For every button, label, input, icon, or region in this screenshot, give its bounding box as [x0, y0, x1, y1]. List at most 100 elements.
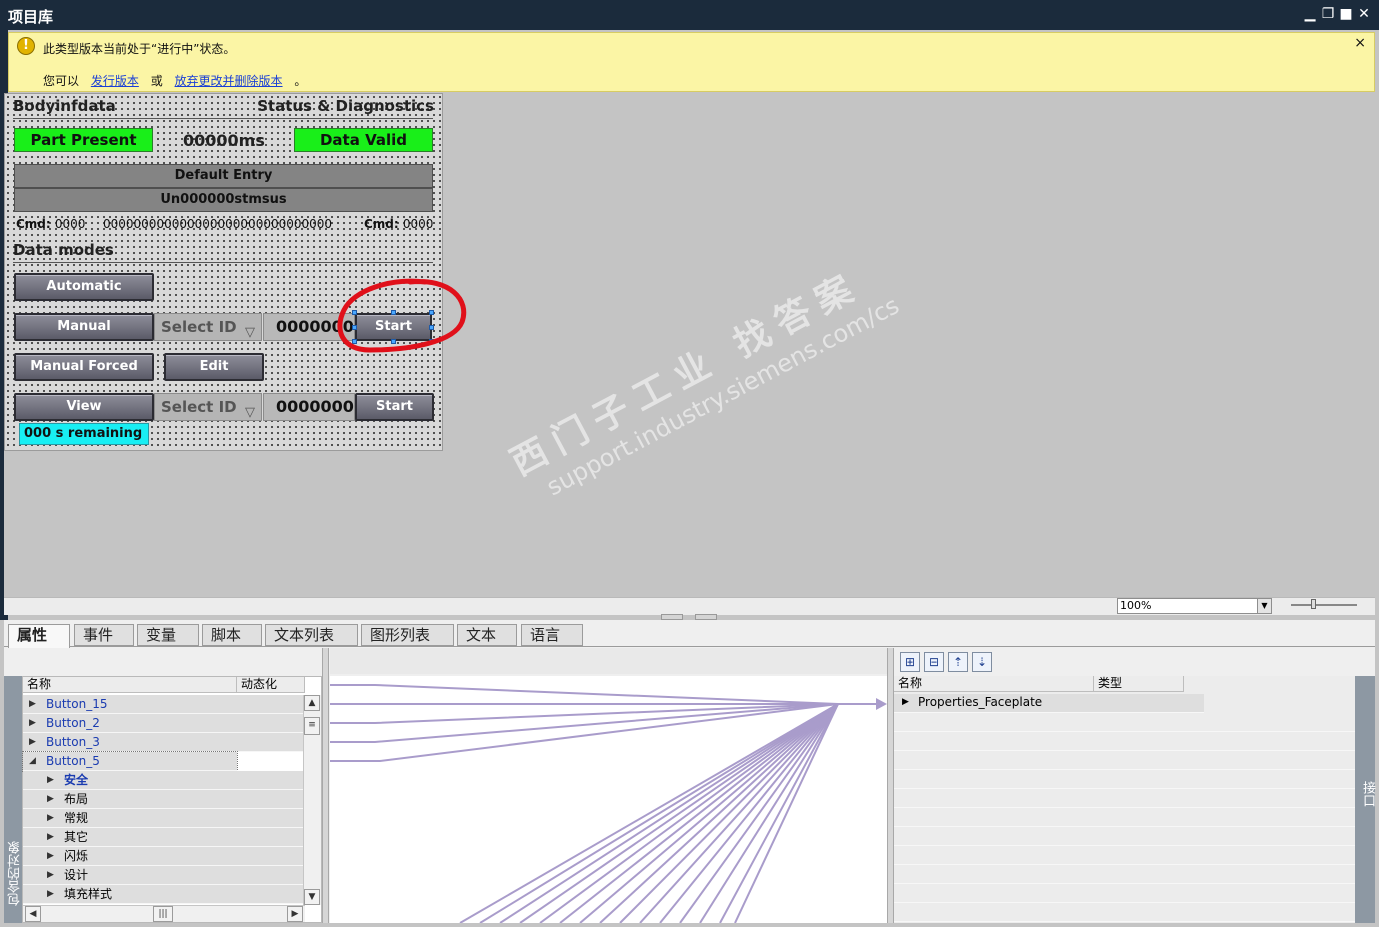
expand-icon[interactable]: ▶ — [47, 771, 54, 789]
tree-row-label: 闪烁 — [64, 849, 89, 863]
data-modes-label: Data modes — [13, 241, 114, 259]
scroll-thumb-h[interactable]: ||| — [153, 906, 173, 922]
collapse-icon[interactable]: ◢ — [29, 752, 36, 770]
tree-row[interactable]: ▶ Button_3 — [23, 733, 303, 752]
expand-icon[interactable]: ▶ — [902, 697, 909, 707]
dropdown-arrow-icon: ▽ — [245, 405, 255, 420]
discard-changes-link[interactable]: 放弃更改并删除版本 — [175, 74, 283, 88]
add-property-icon[interactable]: ⊟ — [924, 652, 944, 672]
interface-row — [894, 884, 1355, 903]
tree-row[interactable]: ▶ 其它 — [23, 828, 303, 847]
panel-splitter-right[interactable] — [887, 648, 894, 923]
tree-row[interactable]: ▶ 常规 — [23, 809, 303, 828]
tree-row[interactable]: ▶ 闪烁 — [23, 847, 303, 866]
interface-row — [894, 827, 1355, 846]
faceplate-header-left: Bodyinfdata — [13, 97, 116, 115]
edit-button[interactable]: Edit — [164, 353, 264, 381]
expand-icon[interactable]: ▶ — [47, 847, 54, 865]
expand-icon[interactable]: ▶ — [47, 885, 54, 903]
tree-row[interactable]: ▶ 布局 — [23, 790, 303, 809]
panel-splitter-left[interactable] — [322, 648, 329, 923]
start-button-2[interactable]: Start — [355, 393, 434, 421]
tab-scripts[interactable]: 脚本 — [202, 624, 262, 646]
tab-graphic-lists[interactable]: 图形列表 — [361, 624, 454, 646]
window-title: 项目库 — [8, 8, 54, 26]
cmd-right: Cmd: 0000 — [364, 217, 434, 231]
tab-events[interactable]: 事件 — [74, 624, 134, 646]
title-bar: 项目库 ▁ ❐ ■ ✕ — [0, 0, 1379, 30]
id-value-2[interactable]: 0000000 — [263, 393, 355, 421]
tree-row-label: 设计 — [64, 868, 89, 882]
expand-icon[interactable]: ▶ — [47, 809, 54, 827]
add-interface-icon[interactable]: ⊞ — [900, 652, 920, 672]
scroll-left-icon[interactable]: ◀ — [25, 906, 41, 922]
tree-horizontal-scrollbar[interactable]: ◀ ||| ▶ — [23, 905, 305, 922]
tab-tags[interactable]: 变量 — [137, 624, 199, 646]
interface-row[interactable]: ▶ Properties_Faceplate — [894, 694, 1204, 713]
tab-text-lists[interactable]: 文本列表 — [265, 624, 358, 646]
tree-row[interactable]: ▶ 填充样式 — [23, 885, 303, 904]
time-display: 00000ms — [183, 131, 265, 150]
tree-row[interactable]: ▶ Button_15 — [23, 695, 303, 714]
col-dynamic-header[interactable]: 动态化 — [237, 677, 305, 693]
tab-texts[interactable]: 文本 — [457, 624, 517, 646]
scroll-right-icon[interactable]: ▶ — [287, 906, 303, 922]
minimize-icon[interactable]: ▁ — [1302, 6, 1318, 22]
zoom-slider-track[interactable] — [1291, 604, 1357, 606]
tree-row[interactable]: ▶ 安全 — [23, 771, 303, 790]
interface-sidebar[interactable]: 接口 — [1355, 676, 1375, 923]
tree-vertical-scrollbar[interactable]: ▲ ≡ ▼ — [303, 695, 321, 905]
expand-icon[interactable]: ▶ — [47, 790, 54, 808]
zoom-slider-knob[interactable] — [1311, 599, 1316, 609]
scroll-up-icon[interactable]: ▲ — [304, 695, 320, 711]
remaining-time-indicator: 000 s remaining — [19, 423, 149, 445]
tree-row-label: 常规 — [64, 811, 89, 825]
expand-icon[interactable]: ▶ — [29, 733, 36, 751]
tab-languages[interactable]: 语言 — [521, 624, 583, 646]
expand-icon[interactable]: ▶ — [47, 828, 54, 846]
automatic-button[interactable]: Automatic — [14, 273, 154, 301]
interface-row — [894, 732, 1355, 751]
tree-row-label: 布局 — [64, 792, 89, 806]
chevron-down-icon[interactable]: ▼ — [1257, 599, 1271, 613]
close-icon[interactable]: ✕ — [1356, 6, 1372, 22]
scroll-down-icon[interactable]: ▼ — [304, 889, 320, 905]
manual-button[interactable]: Manual — [14, 313, 154, 341]
move-down-icon[interactable]: ⇣ — [972, 652, 992, 672]
col-name-header[interactable]: 名称 — [23, 677, 237, 693]
tree-row-label: Button_3 — [46, 735, 100, 749]
tab-properties[interactable]: 属性 — [8, 624, 70, 648]
scroll-thumb[interactable]: ≡ — [304, 717, 320, 735]
zoom-select[interactable]: 100% ▼ — [1117, 598, 1272, 614]
select-id-dropdown-1[interactable]: Select ID ▽ — [154, 313, 262, 341]
interface-row — [894, 789, 1355, 808]
col-type-header[interactable]: 类型 — [1094, 676, 1184, 692]
tree-row[interactable]: ▶ 设计 — [23, 866, 303, 885]
interface-row — [894, 903, 1355, 922]
info-actions: 您可以 发行版本 或 放弃更改并删除版本 。 — [43, 72, 306, 89]
maximize-icon[interactable]: ■ — [1338, 6, 1354, 22]
contained-objects-sidebar[interactable]: 包含的对象 — [4, 676, 23, 923]
interface-row — [894, 865, 1355, 884]
restore-icon[interactable]: ❐ — [1320, 6, 1336, 22]
col-name-header[interactable]: 名称 — [894, 676, 1094, 692]
cmd-left: Cmd: 0000 — [16, 217, 86, 231]
tree-row-label: 其它 — [64, 830, 89, 844]
annotation-circle — [337, 278, 467, 353]
view-button[interactable]: View — [14, 393, 154, 421]
expand-icon[interactable]: ▶ — [29, 714, 36, 732]
tree-row[interactable]: ◢ Button_5 — [22, 751, 238, 772]
expand-icon[interactable]: ▶ — [29, 695, 36, 713]
select-id-dropdown-2[interactable]: Select ID ▽ — [154, 393, 262, 421]
tree-row-label: Button_2 — [46, 716, 100, 730]
tree-row[interactable]: ▶ Button_2 — [23, 714, 303, 733]
manual-forced-button[interactable]: Manual Forced — [14, 353, 154, 381]
info-suffix: 。 — [294, 74, 307, 88]
info-close-icon[interactable]: × — [1354, 35, 1366, 51]
interface-table: 名称 类型 ▶ Properties_Faceplate — [894, 676, 1355, 923]
expand-icon[interactable]: ▶ — [47, 866, 54, 884]
move-up-icon[interactable]: ⇡ — [948, 652, 968, 672]
tab-divider — [4, 646, 1375, 647]
release-version-link[interactable]: 发行版本 — [91, 74, 139, 88]
info-message: 此类型版本当前处于“进行中”状态。 — [43, 42, 236, 56]
